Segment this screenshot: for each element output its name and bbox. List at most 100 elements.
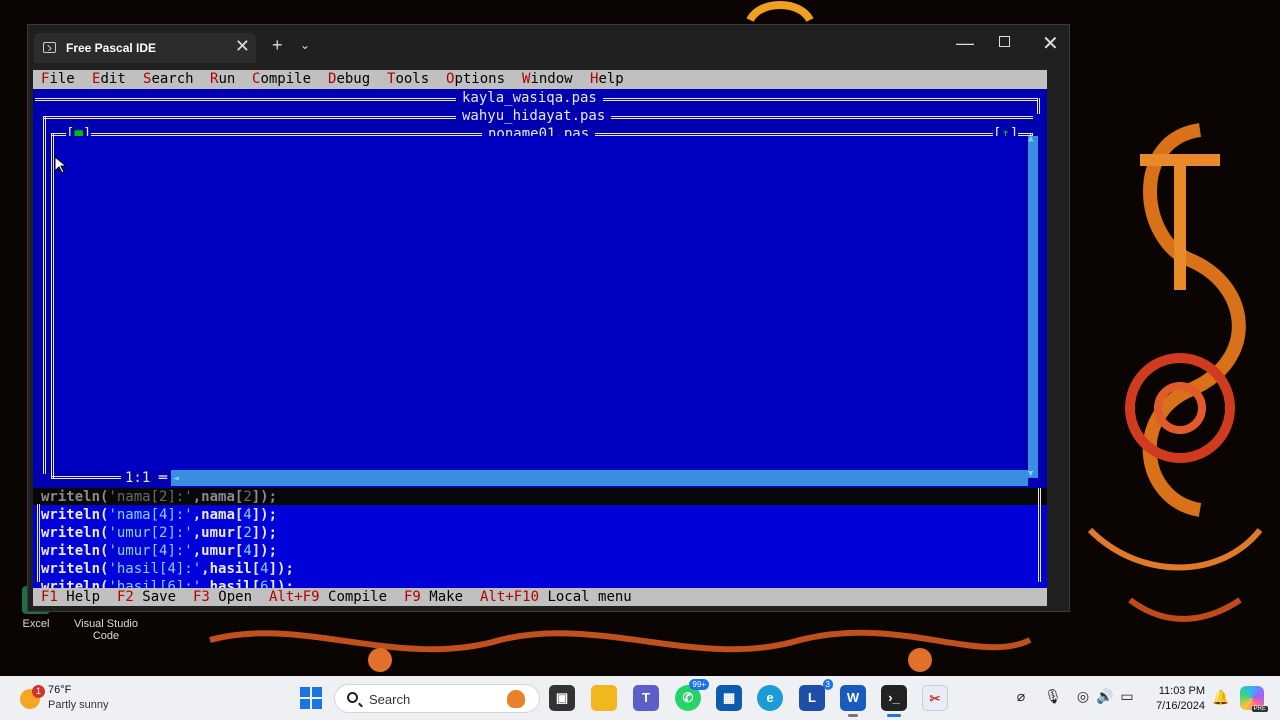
status-label: Save	[142, 589, 177, 605]
window-frame-kayla-right	[1037, 98, 1040, 114]
code-string: 'hasil[4]:'	[108, 561, 202, 577]
weather-widget[interactable]: 1 76°F Partly sunny	[14, 681, 154, 715]
excel-icon-label: Excel	[22, 618, 50, 630]
menu-edit-label: dit	[100, 71, 126, 87]
code-line[interactable]: writeln('nama[2]:',nama[2]);	[41, 488, 277, 506]
code-pane[interactable]: writeln('nama[2]:',nama[2]); writeln('na…	[33, 488, 1047, 600]
copilot-button[interactable]: PRE	[1240, 686, 1268, 712]
microphone-icon[interactable]: 🎙	[1044, 688, 1062, 706]
active-indicator	[887, 714, 901, 717]
editor-text-area[interactable]	[57, 136, 1023, 470]
status-label: Help	[66, 589, 101, 605]
weather-condition: Partly sunny	[48, 699, 109, 711]
terminal-tab[interactable]: Free Pascal IDE ✕	[34, 33, 256, 63]
whatsapp-button[interactable]: ✆ 99+	[675, 679, 709, 711]
system-tray: ⌀ 🎙 ◎ 🔊 ▭	[1012, 688, 1142, 710]
free-pascal-ide: File Edit Search Run Compile Debug Tools…	[33, 70, 1047, 606]
status-label: Local menu	[547, 589, 632, 605]
menu-debug[interactable]: Debug	[328, 71, 370, 87]
file-explorer-button[interactable]	[591, 685, 617, 711]
minimize-button[interactable]: —	[956, 33, 974, 54]
menu-help[interactable]: Help	[590, 71, 624, 87]
code-frame-right	[1038, 488, 1041, 582]
network-off-icon[interactable]: ⌀	[1012, 688, 1030, 706]
status-f9-make[interactable]: F9 Make	[404, 589, 463, 605]
code-number: 4	[243, 543, 252, 559]
teams-icon: T	[642, 690, 650, 705]
status-f1-help[interactable]: F1 Help	[41, 589, 100, 605]
menu-file[interactable]: File	[41, 71, 75, 87]
status-f3-open[interactable]: F3 Open	[193, 589, 252, 605]
taskbar-search[interactable]: Search	[334, 684, 540, 713]
menu-compile-label: ompile	[260, 71, 312, 87]
editor-frame-left	[51, 133, 54, 478]
status-key: Alt+F9	[269, 589, 320, 605]
maximize-button[interactable]	[999, 36, 1010, 47]
editor-vertical-scrollbar[interactable]	[1028, 134, 1038, 479]
status-altf10-local-menu[interactable]: Alt+F10 Local menu	[480, 589, 632, 605]
menu-window[interactable]: Window	[522, 71, 573, 87]
edge-icon: e	[766, 690, 774, 705]
code-token: ,nama[	[192, 507, 244, 523]
menu-compile[interactable]: Compile	[252, 71, 311, 87]
volume-icon[interactable]: 🔊	[1096, 688, 1114, 706]
code-token: writeln(	[41, 507, 109, 523]
code-token: ]);	[251, 525, 278, 541]
status-altf9-compile[interactable]: Alt+F9 Compile	[269, 589, 387, 605]
taskbar-clock[interactable]: 11:03 PM 7/16/2024	[1150, 684, 1205, 714]
editor-horizontal-scrollbar[interactable]: ◄	[171, 470, 1028, 486]
new-tab-button[interactable]: +	[272, 35, 283, 56]
status-key: F9	[404, 589, 421, 605]
code-line[interactable]: writeln('umur[2]:',umur[2]);	[41, 524, 277, 542]
lms-button[interactable]: L3	[799, 679, 833, 711]
running-indicator	[848, 714, 858, 717]
window-title-wahyu[interactable]: wahyu_hidayat.pas	[456, 108, 612, 125]
ide-menubar: File Edit Search Run Compile Debug Tools…	[33, 70, 1047, 89]
code-token: ,hasil[	[201, 561, 261, 577]
code-string: 'nama[2]:'	[108, 489, 193, 505]
window-title-kayla[interactable]: kayla_wasiqa.pas	[456, 90, 603, 107]
wallpaper-ornament	[1087, 123, 1263, 622]
menu-run[interactable]: Run	[210, 71, 235, 87]
battery-icon[interactable]: ▭	[1118, 688, 1136, 706]
tab-close-button[interactable]: ✕	[235, 36, 250, 57]
code-string: 'nama[4]:'	[108, 507, 193, 523]
menu-tools-label: ools	[395, 71, 430, 87]
code-token: ,umur[	[192, 543, 244, 559]
menu-search-label: earch	[151, 71, 194, 87]
code-line[interactable]: writeln('hasil[4]:',hasil[4]);	[41, 560, 294, 578]
snipping-tool-button[interactable]: ✂	[922, 685, 948, 711]
word-button[interactable]: W	[840, 685, 866, 717]
menu-edit[interactable]: Edit	[92, 71, 126, 87]
terminal-taskbar-icon: ›_	[888, 690, 900, 705]
start-button[interactable]	[300, 687, 322, 709]
status-f2-save[interactable]: F2 Save	[117, 589, 176, 605]
cursor-position: 1:1 ═	[121, 470, 172, 487]
code-token: ]);	[251, 507, 278, 523]
notification-bell-icon[interactable]: 🔔	[1212, 689, 1229, 706]
editor-frame-bottom	[51, 476, 121, 479]
status-label: Make	[429, 589, 464, 605]
teams-button[interactable]: T	[633, 685, 659, 711]
terminal-taskbar-button[interactable]: ›_	[881, 685, 907, 717]
tab-title: Free Pascal IDE	[66, 41, 157, 55]
menu-search[interactable]: Search	[143, 71, 194, 87]
weather-badge: 1	[32, 685, 45, 698]
store-button[interactable]: ▦	[716, 685, 742, 711]
tab-dropdown-button[interactable]: ⌄	[300, 38, 310, 52]
menu-tools[interactable]: Tools	[387, 71, 429, 87]
window-close-button[interactable]: ✕	[1042, 31, 1059, 56]
windows-logo-icon	[300, 699, 310, 709]
search-placeholder: Search	[369, 692, 411, 707]
edge-button[interactable]: e	[757, 685, 783, 711]
search-icon	[347, 692, 358, 703]
scroll-left-arrow-icon[interactable]: ◄	[173, 473, 179, 484]
status-key: Alt+F10	[480, 589, 540, 605]
code-line[interactable]: writeln('umur[4]:',umur[4]);	[41, 542, 277, 560]
language-icon[interactable]: ◎	[1074, 688, 1092, 706]
window-titlebar[interactable]: Free Pascal IDE ✕ + ⌄ — ✕	[28, 25, 1069, 70]
menu-options[interactable]: Options	[446, 71, 505, 87]
taskview-button[interactable]: ▣	[549, 685, 575, 711]
copilot-badge: PRE	[1251, 706, 1268, 712]
code-line[interactable]: writeln('nama[4]:',nama[4]);	[41, 506, 277, 524]
